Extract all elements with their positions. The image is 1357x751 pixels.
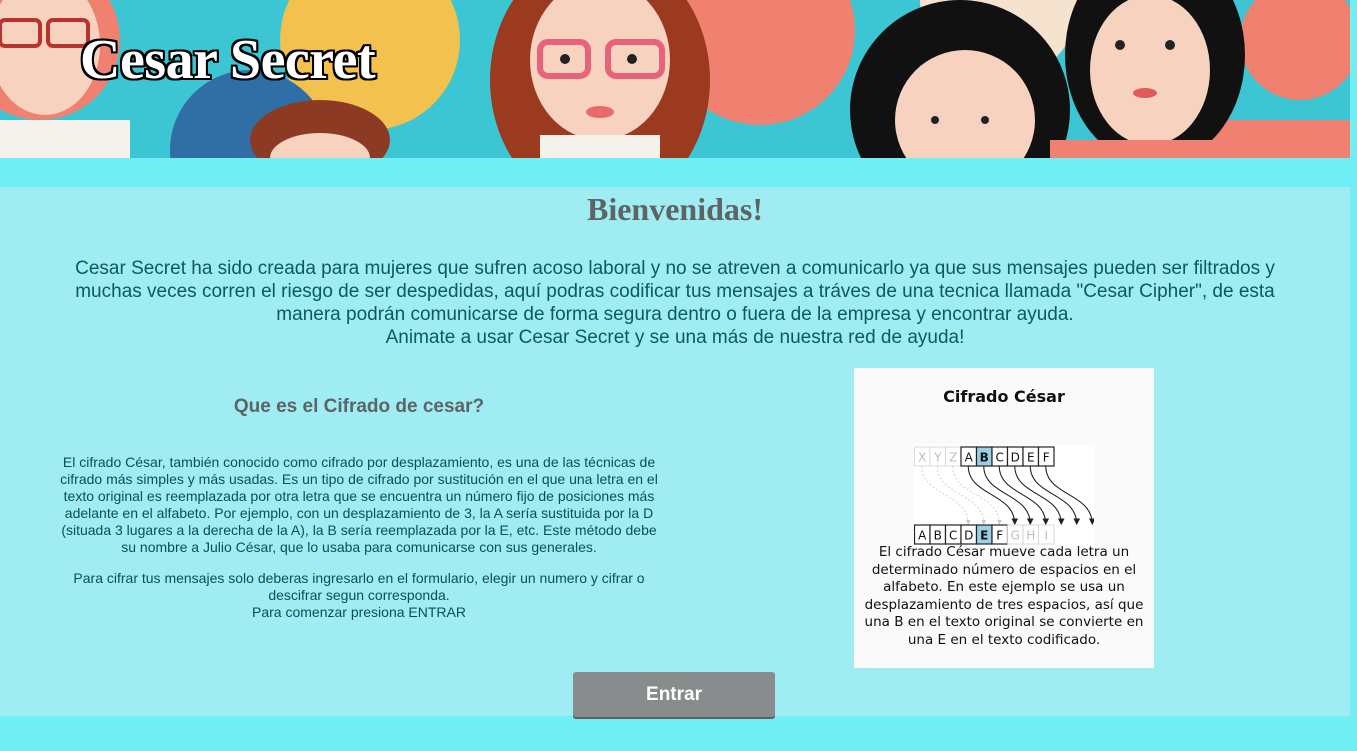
intro-line: muchas veces corren el riesgo de ser des…: [75, 281, 1275, 302]
intro-line: manera podrán comunicarse de forma segur…: [276, 304, 1074, 325]
plain-letter-letter: F: [1043, 451, 1050, 465]
cipher-letter-letter: F: [996, 529, 1003, 543]
plain-letter-letter: X: [918, 451, 926, 465]
start-prompt: Para comenzar presiona ENTRAR: [252, 604, 466, 620]
cipher-diagram-card: Cifrado César XYZABCDEF ABCDEFGHI El cif…: [854, 368, 1154, 668]
caesar-info-section: Que es el Cifrado de cesar? El cifrado C…: [55, 396, 663, 635]
cipher-letter-letter: B: [934, 529, 942, 543]
cipher-letter-letter: E: [980, 529, 988, 543]
intro-line: Animate a usar Cesar Secret y se una más…: [385, 327, 965, 348]
info-paragraph: El cifrado César, también conocido como …: [60, 454, 658, 555]
info-instructions: Para cifrar tus mensajes solo deberas in…: [55, 570, 663, 621]
plain-letter-letter: A: [965, 451, 974, 465]
plain-letter-letter: E: [1027, 451, 1035, 465]
plain-letter-letter: Y: [933, 451, 942, 465]
plain-letter-letter: Z: [949, 451, 957, 465]
cipher-letter-letter: D: [964, 529, 973, 543]
main-panel: Bienvenidas! Cesar Secret ha sido creada…: [0, 187, 1350, 717]
cipher-letter-letter: H: [1026, 529, 1035, 543]
diagram-title: Cifrado César: [943, 387, 1065, 406]
instructions-text: Para cifrar tus mensajes solo deberas in…: [73, 570, 645, 603]
plain-letter-letter: B: [980, 451, 989, 465]
cipher-letter-letter: I: [1044, 529, 1048, 543]
plain-letter-letter: D: [1011, 451, 1020, 465]
intro-text: Cesar Secret ha sido creada para mujeres…: [30, 257, 1320, 349]
cipher-letter-letter: G: [1011, 529, 1020, 543]
site-title: Cesar Secret: [80, 29, 376, 91]
enter-button[interactable]: Entrar: [573, 672, 775, 717]
header-banner: Cesar Secret: [0, 0, 1350, 158]
plain-letter-letter: C: [996, 451, 1004, 465]
welcome-heading: Bienvenidas!: [586, 191, 764, 227]
cipher-shift-diagram: XYZABCDEF ABCDEFGHI: [914, 445, 1094, 547]
intro-line: Cesar Secret ha sido creada para mujeres…: [75, 258, 1275, 279]
cipher-letter-letter: C: [949, 529, 957, 543]
cipher-letter-letter: A: [918, 529, 927, 543]
info-heading: Que es el Cifrado de cesar?: [233, 396, 485, 417]
diagram-caption: El cifrado César mueve cada letra un det…: [864, 544, 1144, 648]
